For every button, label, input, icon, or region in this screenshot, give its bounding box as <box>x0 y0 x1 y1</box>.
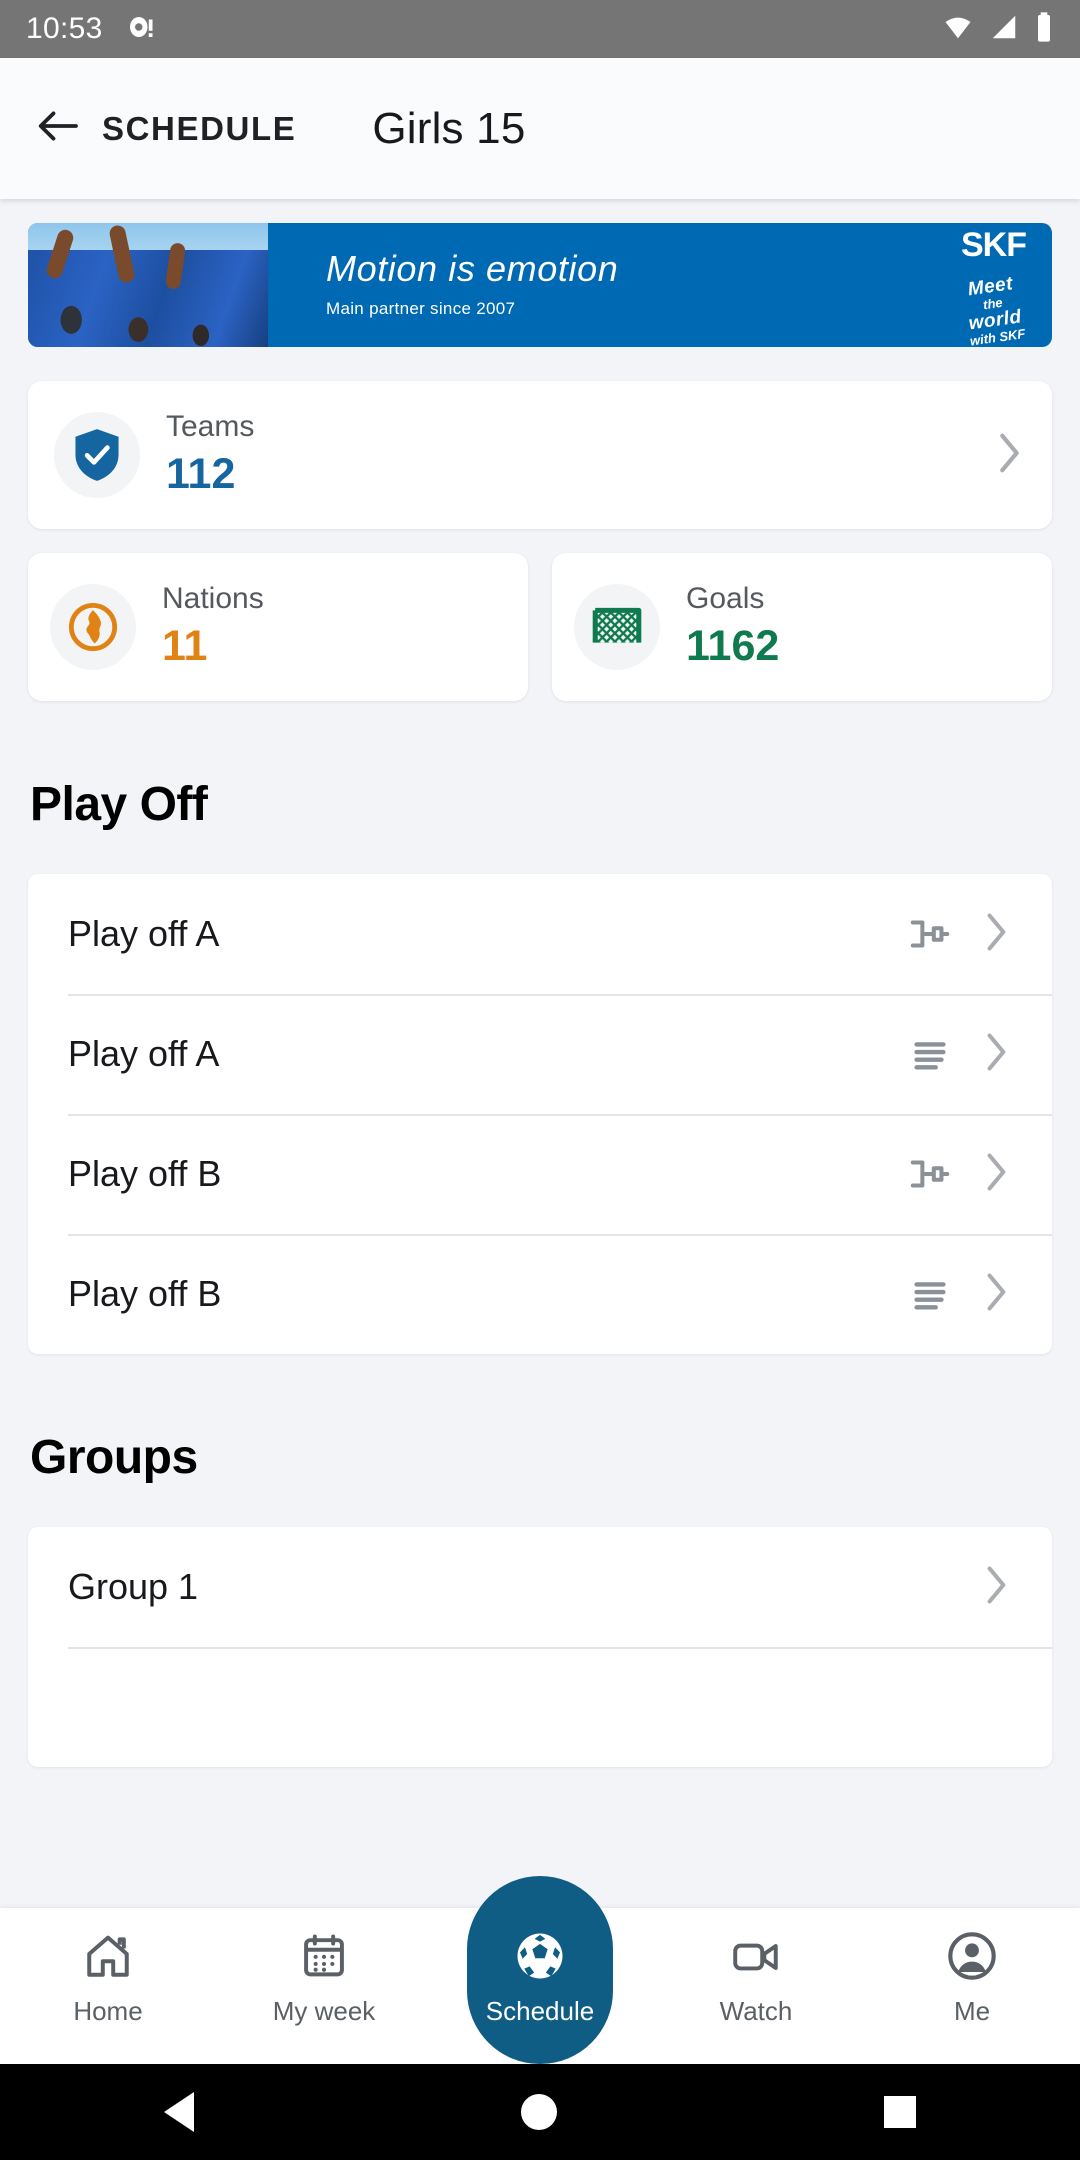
soccer-ball-icon <box>513 1928 567 1984</box>
list-item-label: Play off A <box>68 1033 220 1074</box>
stat-card-row: Nations 11 Goals 1162 <box>28 553 1052 701</box>
stat-card-goals[interactable]: Goals 1162 <box>552 553 1052 701</box>
stat-body-teams: Teams 112 <box>166 408 992 501</box>
banner-subtitle: Main partner since 2007 <box>326 299 516 318</box>
nav-label-home: Home <box>73 1996 143 2026</box>
arrow-left-icon <box>36 108 80 149</box>
banner-photo <box>28 223 268 347</box>
video-camera-icon <box>729 1928 783 1984</box>
meet-the-world-logo: Meet the world with SKF <box>961 273 1025 347</box>
signal-icon <box>988 12 1020 47</box>
status-bar: 10:53 <box>0 0 1080 58</box>
stat-label-goals: Goals <box>686 582 765 616</box>
notification-icon <box>125 12 155 47</box>
chevron-right-icon <box>980 1150 1012 1199</box>
stat-card-nations[interactable]: Nations 11 <box>28 553 528 701</box>
sponsor-banner[interactable]: Motion is emotion Main partner since 200… <box>28 223 1052 347</box>
stat-body-nations: Nations 11 <box>162 580 506 673</box>
nav-label-schedule: Schedule <box>485 1996 595 2026</box>
stat-label-teams: Teams <box>166 410 255 444</box>
scroll-content[interactable]: Motion is emotion Main partner since 200… <box>0 199 1080 1908</box>
banner-tagline: Motion is emotion <box>326 248 619 289</box>
play-off-list: Play off A Play off A Play off B Play of… <box>28 874 1052 1354</box>
nav-item-schedule[interactable]: Schedule <box>432 1876 648 2064</box>
section-title-play-off: Play Off <box>30 778 208 831</box>
list-item-label: Play off B <box>68 1153 222 1194</box>
home-nav-icon[interactable] <box>520 2094 557 2130</box>
nav-item-watch[interactable]: Watch <box>648 1908 864 2027</box>
nav-item-home[interactable]: Home <box>0 1908 216 2027</box>
stat-value-goals: 1162 <box>686 621 780 670</box>
status-bar-left: 10:53 <box>26 12 155 47</box>
chevron-right-icon <box>980 1030 1012 1079</box>
list-item-label: Group 1 <box>68 1566 199 1607</box>
skf-logo: SKF Meet the world with SKF <box>961 223 1027 347</box>
list-item[interactable]: Group 1 <box>28 1527 1052 1647</box>
globe-icon <box>50 584 136 670</box>
status-bar-clock: 10:53 <box>26 12 103 45</box>
chevron-right-icon <box>980 910 1012 959</box>
goal-net-icon <box>574 584 660 670</box>
banner-blue-panel: Motion is emotion Main partner since 200… <box>268 223 1052 347</box>
chevron-right-icon <box>980 1270 1012 1319</box>
recents-nav-icon[interactable] <box>884 2096 917 2128</box>
shield-check-icon <box>54 412 140 498</box>
nav-label-me: Me <box>953 1996 991 2026</box>
bottom-navigation: Home My week Schedule Watch Me <box>0 1876 1080 2064</box>
back-button-label: SCHEDULE <box>102 109 297 147</box>
groups-list: Group 1 <box>28 1527 1052 1767</box>
skf-wordmark: SKF <box>961 225 1027 264</box>
banner-text-block: Motion is emotion Main partner since 200… <box>326 251 618 319</box>
chevron-right-icon <box>992 430 1026 481</box>
list-item-label: Play off B <box>68 1273 222 1314</box>
nav-item-my-week[interactable]: My week <box>216 1908 432 2027</box>
home-icon <box>83 1928 133 1984</box>
nav-label-watch: Watch <box>719 1996 793 2026</box>
stat-value-nations: 11 <box>162 621 208 670</box>
app-bar: SCHEDULE Girls 15 <box>0 58 1080 199</box>
stat-label-nations: Nations <box>162 582 264 616</box>
list-item[interactable]: Play off A <box>28 994 1052 1114</box>
list-item-label: Play off A <box>68 913 220 954</box>
stat-body-goals: Goals 1162 <box>686 580 1030 673</box>
list-item[interactable]: Play off A <box>28 874 1052 994</box>
standings-icon <box>900 1273 960 1315</box>
chevron-right-icon <box>980 1563 1012 1612</box>
bracket-icon <box>900 913 960 955</box>
back-button[interactable]: SCHEDULE <box>36 108 296 149</box>
stat-value-teams: 112 <box>166 449 236 498</box>
android-navigation-bar <box>0 2064 1080 2160</box>
back-nav-icon[interactable] <box>163 2092 194 2132</box>
page-title: Girls 15 <box>372 103 526 153</box>
nav-label-my-week: My week <box>272 1996 376 2026</box>
list-item[interactable]: Play off B <box>28 1114 1052 1234</box>
list-item[interactable]: Play off B <box>28 1234 1052 1354</box>
status-bar-right <box>942 11 1054 48</box>
nav-item-me[interactable]: Me <box>864 1908 1080 2027</box>
calendar-icon <box>299 1928 349 1984</box>
bracket-icon <box>900 1153 960 1195</box>
person-icon <box>946 1928 998 1984</box>
standings-icon <box>900 1033 960 1075</box>
section-title-groups: Groups <box>30 1431 198 1484</box>
battery-icon <box>1034 11 1054 48</box>
list-item[interactable] <box>28 1647 1052 1767</box>
wifi-icon <box>942 12 974 47</box>
stat-card-teams[interactable]: Teams 112 <box>28 381 1052 529</box>
